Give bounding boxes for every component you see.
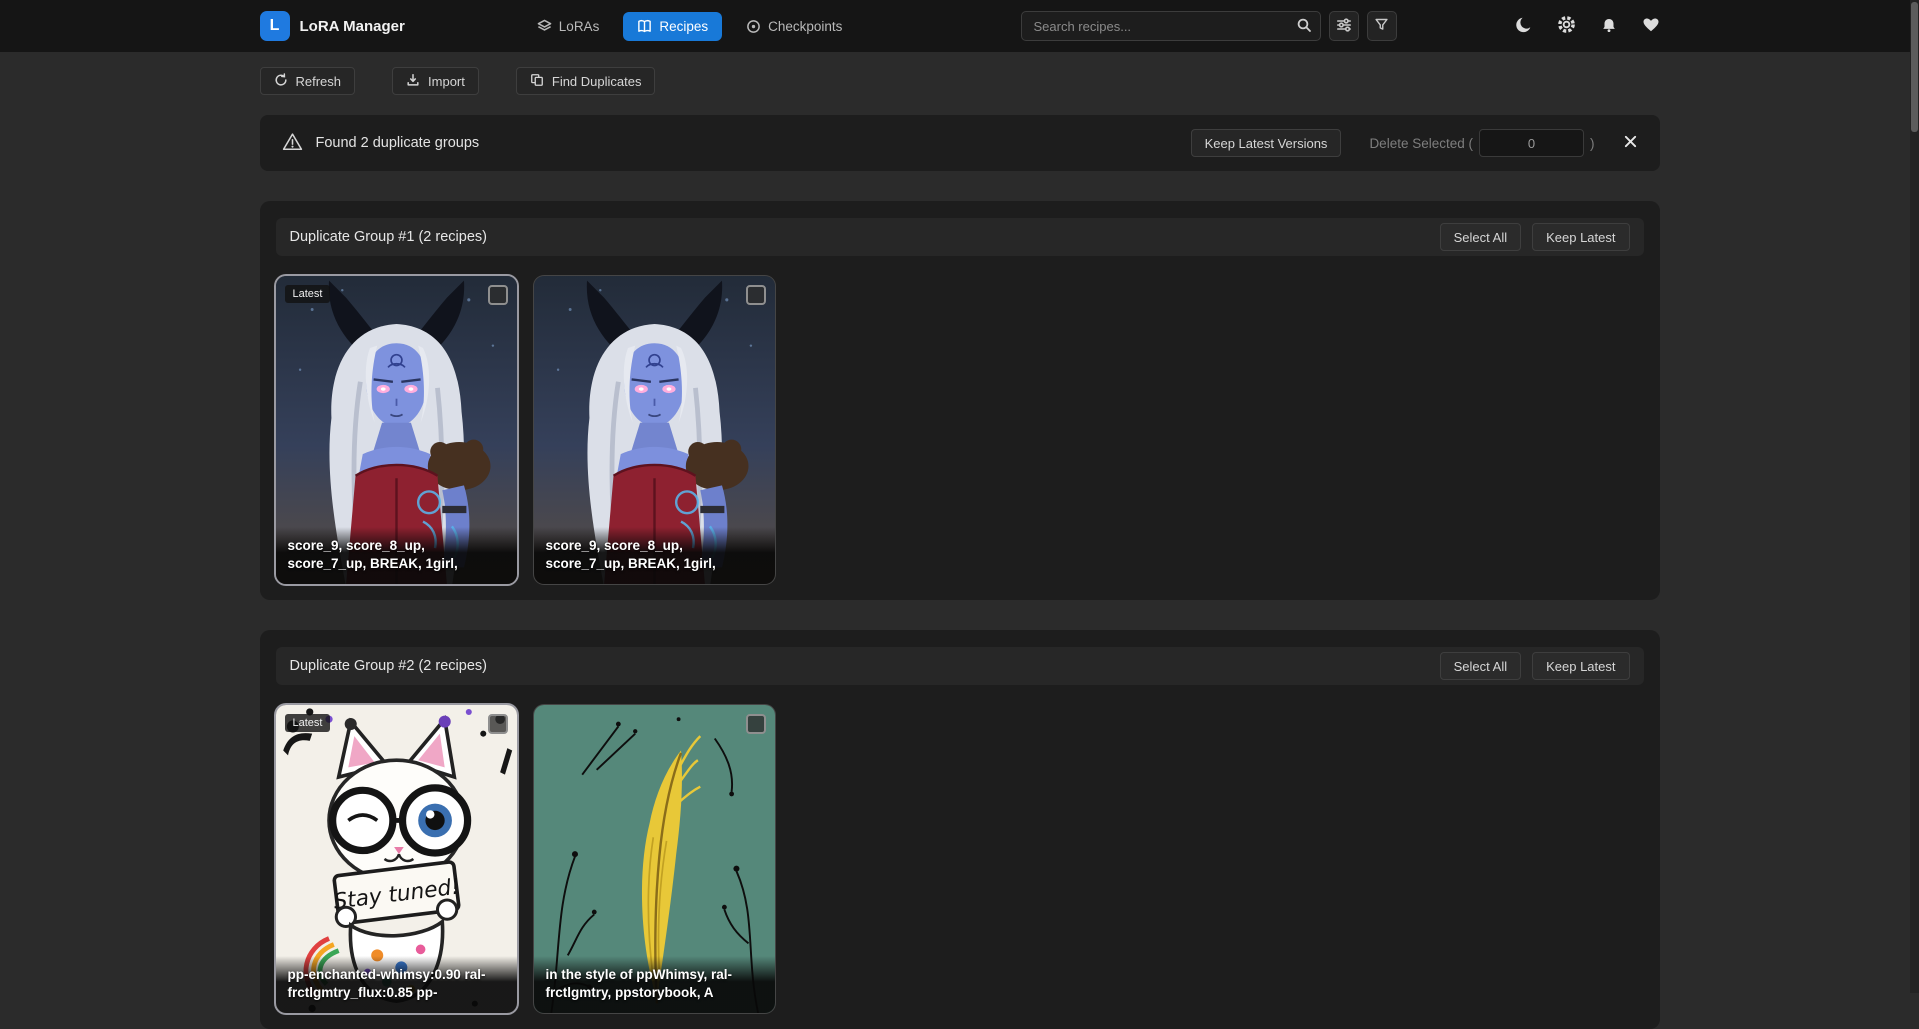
search-utils: [1329, 11, 1397, 41]
keep-latest-versions-button[interactable]: Keep Latest Versions: [1191, 129, 1342, 157]
group-2-cards: Stay tuned! Latest: [276, 705, 1644, 1013]
import-button[interactable]: Import: [392, 67, 479, 95]
recipe-select-checkbox[interactable]: [488, 285, 508, 305]
gear-icon: [1557, 15, 1576, 37]
search-input[interactable]: [1021, 11, 1321, 41]
tab-loras[interactable]: LoRAs: [523, 12, 614, 41]
book-icon: [637, 19, 652, 34]
theme-toggle-button[interactable]: [1515, 16, 1533, 37]
top-navbar: L LoRA Manager LoRAs Recipe: [0, 0, 1919, 52]
group-1-cards: Latest score_9, score_8_up, score_7_up, …: [276, 276, 1644, 584]
recipe-select-checkbox[interactable]: [746, 285, 766, 305]
sliders-filter-button[interactable]: [1329, 11, 1359, 41]
duplicate-group-1: Duplicate Group #1 (2 recipes) Select Al…: [260, 201, 1660, 600]
page-scrollbar[interactable]: [1910, 0, 1919, 993]
recipe-select-checkbox[interactable]: [746, 714, 766, 734]
recipe-card[interactable]: in the style of ppWhimsy, ral- frctlgmtr…: [534, 705, 775, 1013]
heart-icon: [1642, 16, 1660, 36]
recipe-select-checkbox[interactable]: [488, 714, 508, 734]
filter-icon: [1374, 17, 1389, 35]
app-logo[interactable]: L: [260, 11, 290, 41]
recipe-caption: score_9, score_8_up, score_7_up, BREAK, …: [276, 527, 517, 584]
duplicates-icon: [530, 73, 544, 90]
moon-icon: [1515, 16, 1533, 37]
recipe-caption: pp-enchanted-whimsy:0.90 ral- frctlgmtry…: [276, 956, 517, 1013]
settings-button[interactable]: [1557, 15, 1576, 37]
favorites-button[interactable]: [1642, 16, 1660, 36]
group-1-select-all-button[interactable]: Select All: [1440, 223, 1521, 251]
import-icon: [406, 73, 420, 90]
delete-selected-label-suffix: ): [1590, 136, 1595, 151]
tab-label: Recipes: [659, 19, 708, 34]
notifications-button[interactable]: [1600, 16, 1618, 37]
brand: L LoRA Manager: [260, 11, 405, 41]
sliders-icon: [1336, 17, 1352, 36]
banner-message: Found 2 duplicate groups: [316, 135, 480, 151]
group-1-header: Duplicate Group #1 (2 recipes) Select Al…: [276, 218, 1644, 256]
recipe-card[interactable]: score_9, score_8_up, score_7_up, BREAK, …: [534, 276, 775, 584]
banner-close-button[interactable]: [1623, 134, 1638, 152]
latest-badge: Latest: [285, 714, 331, 732]
group-2-select-all-button[interactable]: Select All: [1440, 652, 1521, 680]
group-2-header: Duplicate Group #2 (2 recipes) Select Al…: [276, 647, 1644, 685]
tab-recipes[interactable]: Recipes: [623, 12, 722, 41]
duplicate-group-2: Duplicate Group #2 (2 recipes) Select Al…: [260, 630, 1660, 1029]
delete-count-input[interactable]: [1479, 129, 1584, 157]
tab-label: Checkpoints: [768, 19, 842, 34]
layers-icon: [537, 19, 552, 34]
group-2-keep-latest-button[interactable]: Keep Latest: [1532, 652, 1629, 680]
import-label: Import: [428, 74, 465, 89]
latest-badge: Latest: [285, 285, 331, 303]
recipe-card[interactable]: Stay tuned! Latest: [276, 705, 517, 1013]
navbar-right-icons: [1515, 15, 1660, 37]
recipe-caption: score_9, score_8_up, score_7_up, BREAK, …: [534, 527, 775, 584]
search: [1021, 11, 1321, 41]
refresh-icon: [274, 73, 288, 90]
delete-selected-label: Delete Selected (: [1369, 136, 1473, 151]
group-2-title: Duplicate Group #2 (2 recipes): [290, 658, 487, 674]
search-button[interactable]: [1288, 12, 1320, 40]
find-duplicates-label: Find Duplicates: [552, 74, 642, 89]
refresh-button[interactable]: Refresh: [260, 67, 356, 95]
checkpoint-icon: [746, 19, 761, 34]
find-duplicates-button[interactable]: Find Duplicates: [516, 67, 656, 95]
group-1-title: Duplicate Group #1 (2 recipes): [290, 229, 487, 245]
app-title: LoRA Manager: [300, 18, 405, 35]
filter-button[interactable]: [1367, 11, 1397, 41]
warning-icon: [282, 132, 303, 155]
duplicates-banner: Found 2 duplicate groups Keep Latest Ver…: [260, 115, 1660, 171]
tab-checkpoints[interactable]: Checkpoints: [732, 12, 856, 41]
delete-selected-group: Delete Selected ( ): [1369, 129, 1594, 157]
nav-tabs: LoRAs Recipes Checkpoints: [523, 12, 857, 41]
group-1-keep-latest-button[interactable]: Keep Latest: [1532, 223, 1629, 251]
recipe-card[interactable]: Latest score_9, score_8_up, score_7_up, …: [276, 276, 517, 584]
recipe-caption: in the style of ppWhimsy, ral- frctlgmtr…: [534, 956, 775, 1013]
close-icon: [1623, 134, 1638, 152]
tab-label: LoRAs: [559, 19, 600, 34]
scrollbar-thumb[interactable]: [1911, 2, 1918, 132]
bell-icon: [1600, 16, 1618, 37]
refresh-label: Refresh: [296, 74, 342, 89]
recipes-toolbar: Refresh Import Find Duplicates: [260, 67, 1660, 95]
search-icon: [1296, 17, 1312, 36]
